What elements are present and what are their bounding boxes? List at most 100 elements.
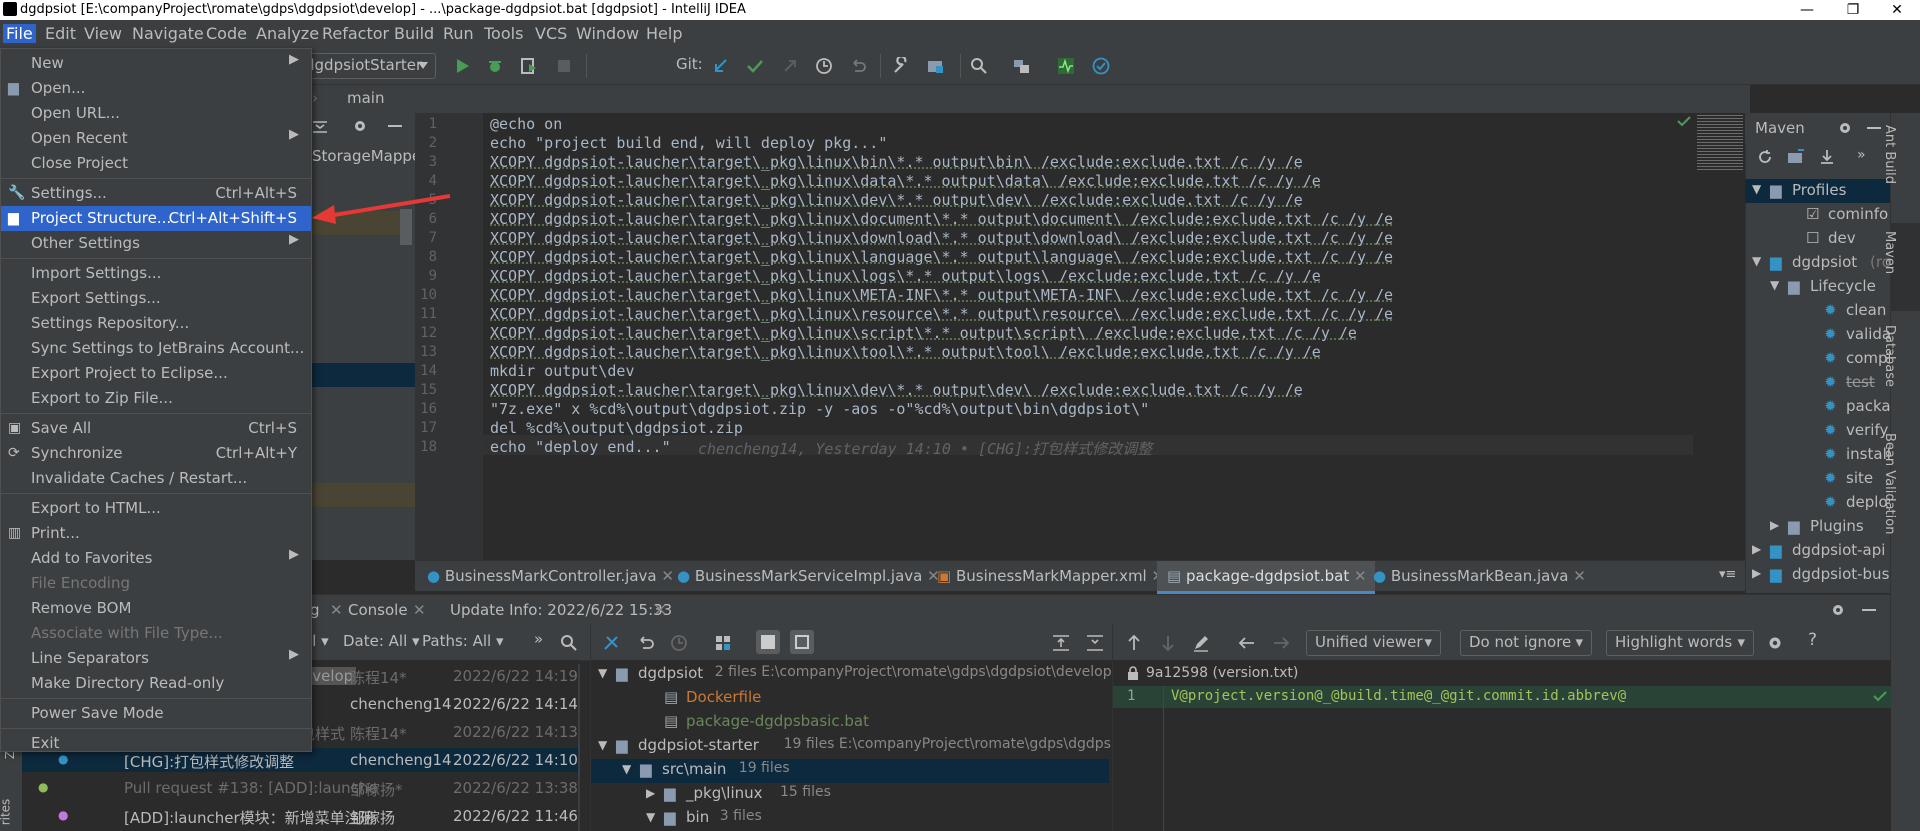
minimap[interactable] <box>1697 115 1743 171</box>
code-line[interactable]: "7z.exe" x %cd%\output\dgdpsiot.zip -y -… <box>490 400 1149 418</box>
menu-view[interactable]: View <box>84 24 122 43</box>
history-icon[interactable] <box>670 634 688 652</box>
tree-toggle-icon[interactable]: ▶ <box>1752 566 1761 580</box>
collapse-all-icon[interactable] <box>312 119 328 135</box>
menu-item-new[interactable]: New ▶ <box>1 51 311 76</box>
tab-businessmarkserviceimpl[interactable]: ● BusinessMarkServiceImpl.java ✕ <box>677 567 940 585</box>
tree-toggle-icon[interactable]: ▼ <box>646 810 655 824</box>
tree-item-name[interactable]: bin <box>686 808 709 826</box>
stop-icon[interactable] <box>555 57 573 75</box>
debug-icon[interactable] <box>486 57 504 75</box>
cherry-pick-icon[interactable] <box>602 634 620 652</box>
code-line[interactable]: XCOPY dgdpsiot-laucher\target\_pkg\linux… <box>490 305 1393 323</box>
tree-item-name[interactable]: Dockerfile <box>686 688 761 706</box>
tree-toggle-icon[interactable]: ▶ <box>1770 518 1779 532</box>
project-structure-icon[interactable] <box>926 57 944 75</box>
presentation-icon[interactable] <box>1012 57 1030 75</box>
bean-validation-tab[interactable]: Bean Validation <box>1882 433 1897 534</box>
code-line[interactable]: XCOPY dgdpsiot-laucher\target\_pkg\linux… <box>490 343 1321 361</box>
code-line[interactable]: XCOPY dgdpsiot-laucher\target\_pkg\linux… <box>490 248 1393 266</box>
whitespace-combo[interactable]: Do not ignore ▾ <box>1460 630 1592 656</box>
database-tab[interactable]: Database <box>1882 325 1897 387</box>
tree-toggle-icon[interactable]: ▶ <box>646 786 655 800</box>
more-icon[interactable]: » <box>1857 147 1866 163</box>
menu-file[interactable]: File <box>3 24 36 43</box>
code-line[interactable]: XCOPY dgdpsiot-laucher\target\_pkg\linux… <box>490 172 1321 190</box>
refresh-icon[interactable] <box>1757 149 1773 165</box>
tree-item-name[interactable]: src\main <box>662 760 726 778</box>
menu-item-open-url[interactable]: Open URL... <box>1 101 311 126</box>
menu-refactor[interactable]: Refactor <box>322 24 389 43</box>
code-line[interactable]: XCOPY dgdpsiot-laucher\target\_pkg\linux… <box>490 381 1303 399</box>
menu-item-invalidate-caches-restart[interactable]: Invalidate Caches / Restart... <box>1 466 311 491</box>
menu-item-power-save-mode[interactable]: Power Save Mode <box>1 701 311 726</box>
tab-package-dgdpsiot[interactable]: ▤ package-dgdpsiot.bat ✕ <box>1167 567 1367 585</box>
revert-icon[interactable] <box>637 634 655 652</box>
minimize-panel-icon[interactable] <box>388 125 402 127</box>
tree-item-name[interactable]: package-dgdpsbasic.bat <box>686 712 869 730</box>
checkbox-checked-icon[interactable]: ☑ <box>1806 205 1819 223</box>
tree-toggle-icon[interactable]: ▼ <box>598 666 607 680</box>
check-circle-icon[interactable] <box>1092 57 1110 75</box>
menu-item-settings-repository[interactable]: Settings Repository... <box>1 311 311 336</box>
code-line[interactable]: mkdir output\dev <box>490 362 635 380</box>
menu-run[interactable]: Run <box>443 24 474 43</box>
rollback-icon[interactable] <box>849 57 867 75</box>
code-line[interactable]: XCOPY dgdpsiot-laucher\target\_pkg\linux… <box>490 191 1303 209</box>
edit-icon[interactable] <box>1192 634 1210 652</box>
run-icon[interactable] <box>453 57 471 75</box>
close-icon[interactable]: ✕ <box>330 601 343 619</box>
highlight-combo[interactable]: Highlight words ▾ <box>1606 630 1754 656</box>
menu-item-close-project[interactable]: Close Project <box>1 151 311 176</box>
activity-monitor-icon[interactable] <box>1057 57 1075 75</box>
minimize-button[interactable]: — <box>1784 0 1830 20</box>
code-line[interactable]: XCOPY dgdpsiot-laucher\target\_pkg\linux… <box>490 153 1303 171</box>
paths-filter[interactable]: Paths: All ▾ <box>422 632 504 650</box>
close-icon[interactable]: ✕ <box>413 601 426 619</box>
collapse-all-icon[interactable] <box>1086 634 1104 652</box>
arrow-up-icon[interactable] <box>1126 634 1142 652</box>
search-icon[interactable] <box>560 634 578 652</box>
tab-businessmarkcontroller[interactable]: ● BusinessMarkController.java ✕ <box>427 567 674 585</box>
menu-item-remove-bom[interactable]: Remove BOM <box>1 596 311 621</box>
tab-update-info[interactable]: Update Info: 2022/6/22 15:33 <box>450 601 672 619</box>
menu-item-settings[interactable]: Settings... Ctrl+Alt+S 🔧 <box>1 181 311 206</box>
arrow-down-icon[interactable] <box>1160 634 1176 652</box>
gear-icon[interactable] <box>1837 120 1853 136</box>
tree-toggle-icon[interactable]: ▶ <box>1752 542 1761 556</box>
favorites-tab[interactable]: rites <box>0 799 12 826</box>
tree-toggle-icon[interactable]: ▼ <box>622 762 631 776</box>
code-line[interactable]: @echo on <box>490 115 562 133</box>
menu-vcs[interactable]: VCS <box>535 24 567 43</box>
menu-item-synchronize[interactable]: Synchronize Ctrl+Alt+Y ⟳ <box>1 441 311 466</box>
menu-help[interactable]: Help <box>646 24 682 43</box>
menu-item-other-settings[interactable]: Other Settings ▶ <box>1 231 311 256</box>
code-line[interactable]: XCOPY dgdpsiot-laucher\target\_pkg\linux… <box>490 324 1357 342</box>
code-line[interactable]: XCOPY dgdpsiot-laucher\target\_pkg\linux… <box>490 210 1393 228</box>
menu-navigate[interactable]: Navigate <box>132 24 204 43</box>
code-line[interactable]: echo "deploy end..." <box>490 438 671 456</box>
menu-item-project-structure[interactable]: Project Structure... Ctrl+Alt+Shift+S ▆ <box>1 206 311 231</box>
tree-item-name[interactable]: _pkg\linux <box>686 784 763 802</box>
code-line[interactable]: del %cd%\output\dgdpsiot.zip <box>490 419 743 437</box>
download-icon[interactable] <box>1819 149 1835 165</box>
menu-item-sync-settings-to-jetbrains-account[interactable]: Sync Settings to JetBrains Account... <box>1 336 311 361</box>
layout-toggle-2[interactable] <box>790 630 814 654</box>
git-push-icon[interactable] <box>781 57 799 75</box>
reimport-folder-icon[interactable] <box>1787 149 1805 165</box>
history-icon[interactable] <box>815 57 833 75</box>
menu-item-export-to-html[interactable]: Export to HTML... <box>1 496 311 521</box>
menu-item-add-to-favorites[interactable]: Add to Favorites ▶ <box>1 546 311 571</box>
tab-businessmarkmapper[interactable]: ▣ BusinessMarkMapper.xml ✕ <box>937 567 1164 585</box>
maven-tab[interactable]: Maven <box>1882 231 1897 274</box>
ant-build-tab[interactable]: Ant Build <box>1882 125 1897 184</box>
close-icon[interactable]: ✕ <box>654 601 667 619</box>
menu-item-export-settings[interactable]: Export Settings... <box>1 286 311 311</box>
tree-toggle-icon[interactable]: ▼ <box>1770 278 1779 292</box>
tree-toggle-icon[interactable]: ▼ <box>598 738 607 752</box>
tab-businessmarkbean[interactable]: ● BusinessMarkBean.java ✕ <box>1373 567 1586 585</box>
menu-item-open[interactable]: Open... ▆ <box>1 76 311 101</box>
layout-toggle-1[interactable] <box>756 630 780 654</box>
diff-line-content[interactable]: V@project.version@_@build.time@_@git.com… <box>1171 688 1626 704</box>
gear-icon[interactable] <box>1766 634 1784 652</box>
